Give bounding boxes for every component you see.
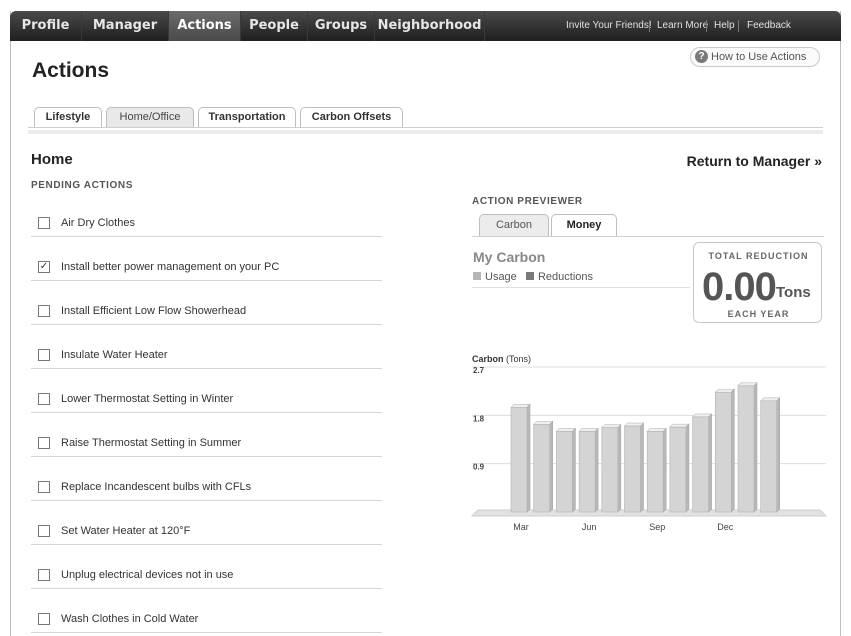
chart-bar [556, 431, 573, 513]
chart-bar-side [685, 423, 690, 513]
chart-bar [624, 425, 641, 513]
chart-bar-side [572, 427, 576, 513]
chart-bar-side [549, 420, 554, 513]
chart-bar-side [708, 413, 712, 513]
chart-bar-side [594, 427, 599, 513]
chart-bar-side [730, 388, 735, 513]
x-tick-label: Sep [649, 522, 665, 532]
x-tick-label: Mar [513, 522, 529, 532]
x-tick-label: Dec [717, 522, 734, 532]
chart-bar-side [526, 403, 531, 513]
chart-bar [533, 424, 551, 513]
chart-bar [760, 400, 778, 513]
carbon-bar-chart: 2.7 1.8 0.9 Mar Jun Sep Dec [470, 366, 828, 532]
chart-bar-side [776, 397, 781, 513]
y-tick-label: 0.9 [473, 463, 485, 472]
chart-bar [510, 406, 528, 513]
chart-bar-side [640, 422, 644, 513]
chart-bar [601, 427, 619, 513]
y-tick-label: 1.8 [473, 414, 485, 423]
chart-bar [646, 431, 664, 513]
y-tick-label: 2.7 [473, 366, 485, 375]
chart-bar [714, 391, 732, 513]
chart-bar-side [617, 423, 622, 513]
x-tick-label: Jun [582, 522, 597, 532]
chart-bar-side [753, 382, 758, 513]
chart-bar-side [662, 427, 667, 513]
chart-bar [692, 416, 709, 513]
chart-bar [578, 431, 596, 513]
chart-bar [737, 385, 755, 513]
chart-bar [669, 426, 687, 513]
